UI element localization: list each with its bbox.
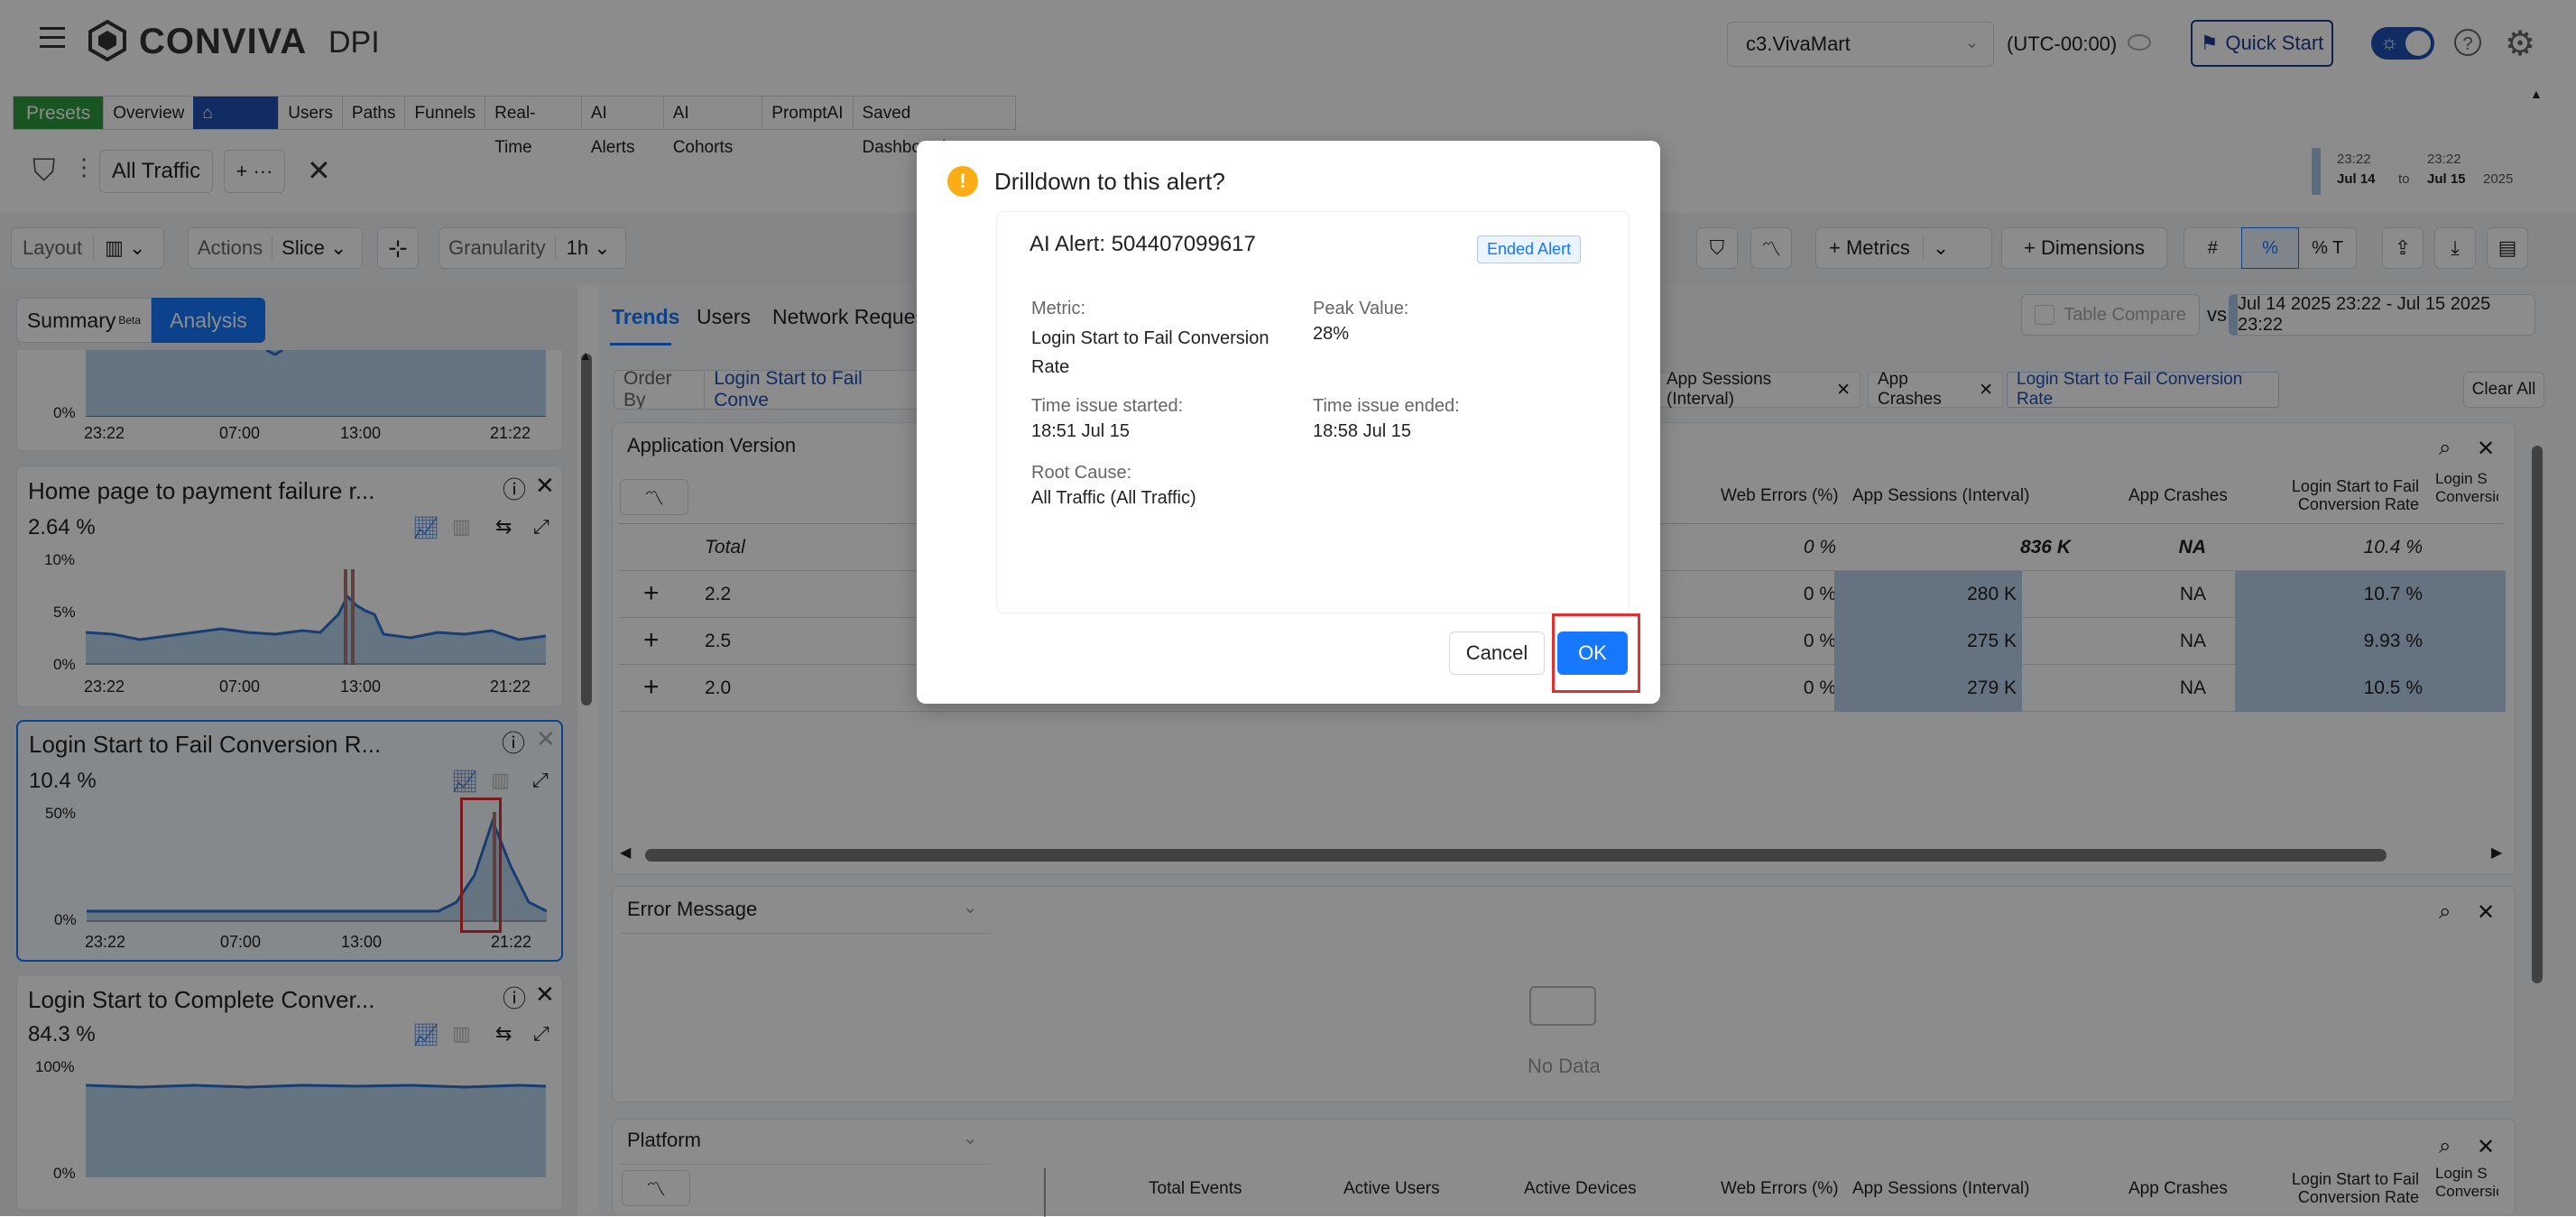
alert-details-card: AI Alert: 504407099617 Ended Alert Metri… <box>996 211 1630 613</box>
drilldown-modal: ! Drilldown to this alert? AI Alert: 504… <box>917 141 1660 704</box>
ok-highlight-box <box>1552 613 1640 693</box>
metric-value: Login Start to Fail Conversion Rate <box>1031 328 1270 377</box>
time-started-value: 18:51 Jul 15 <box>1031 421 1130 441</box>
metric-label: Metric: <box>1031 299 1085 318</box>
cancel-button[interactable]: Cancel <box>1449 632 1545 675</box>
time-started-label: Time issue started: <box>1031 396 1184 416</box>
time-ended-value: 18:58 Jul 15 <box>1313 421 1411 441</box>
modal-title: Drilldown to this alert? <box>994 168 1225 195</box>
cancel-label: Cancel <box>1465 641 1528 664</box>
ended-alert-badge: Ended Alert <box>1477 235 1582 263</box>
alert-id: AI Alert: 504407099617 <box>1029 232 1256 256</box>
root-cause-value: All Traffic (All Traffic) <box>1031 488 1196 508</box>
warning-icon: ! <box>947 166 978 197</box>
root-cause-label: Root Cause: <box>1031 463 1132 483</box>
time-ended-label: Time issue ended: <box>1313 396 1460 416</box>
peak-value-label: Peak Value: <box>1313 299 1409 318</box>
peak-value: 28% <box>1313 324 1350 344</box>
